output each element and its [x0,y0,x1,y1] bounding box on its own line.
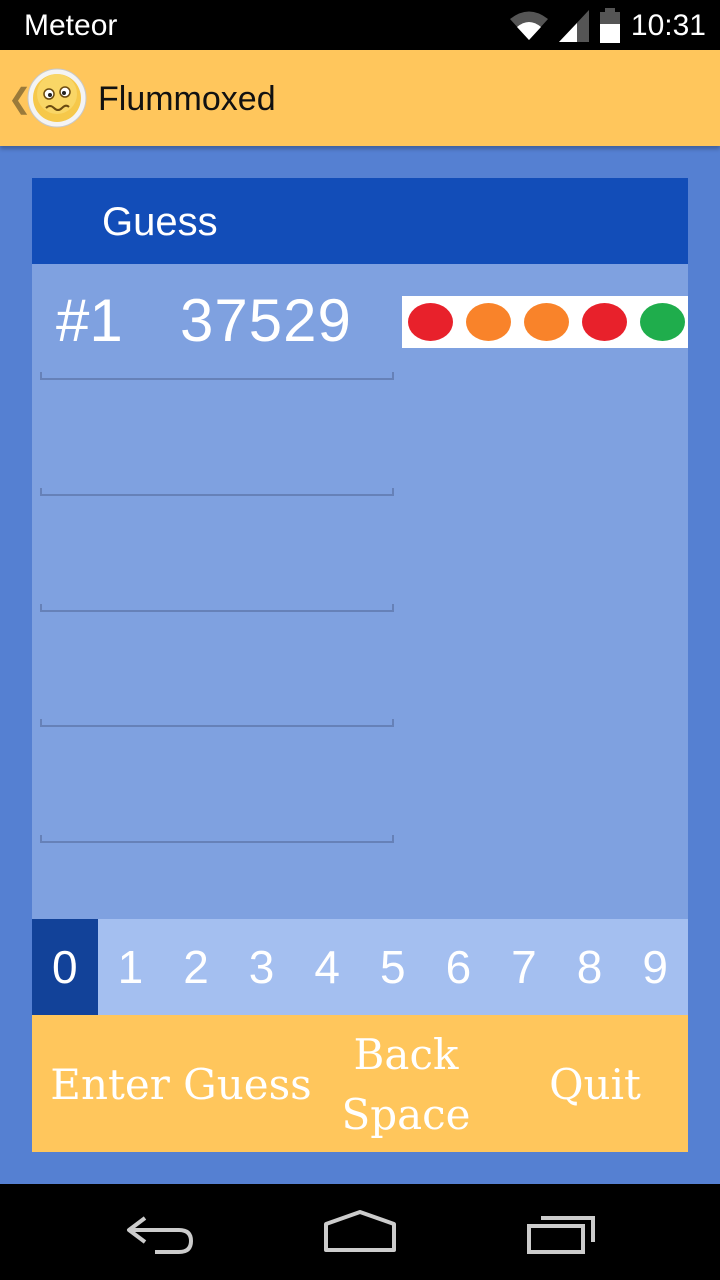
game-board: Guess #1 37529 0 1 2 3 4 5 6 7 8 9 Enter… [32,178,688,1152]
digit-selector: 0123456789 [32,919,688,1015]
enter-guess-button[interactable]: Enter Guess [46,1055,316,1115]
navigation-bar [0,1184,720,1280]
status-bar: Meteor 10:31 [0,0,720,50]
status-icons: 10:31 [509,6,706,46]
back-icon[interactable] [125,1208,195,1261]
digit-button-3[interactable]: 3 [229,919,295,1015]
guess-underline [40,835,394,843]
wifi-icon [509,10,549,42]
guess-number: #1 [56,287,123,354]
feedback-pegs [402,296,688,348]
guess-underline [40,719,394,727]
guess-row [40,727,394,843]
guess-row [40,496,394,612]
feedback-peg [640,303,685,341]
recents-icon[interactable] [525,1208,597,1261]
feedback-peg [582,303,627,341]
digit-button-4[interactable]: 4 [294,919,360,1015]
home-icon[interactable] [322,1208,398,1261]
digit-button-8[interactable]: 8 [557,919,623,1015]
back-space-button[interactable]: Back Space [332,1025,480,1145]
feedback-peg [408,303,453,341]
guess-row: #1 37529 [40,264,394,380]
guess-row [40,380,394,496]
digit-button-7[interactable]: 7 [491,919,557,1015]
guess-value: 37529 [180,287,352,354]
guess-underline [40,372,394,380]
quit-label: Quit [549,1060,641,1109]
guess-header-label: Guess [102,200,218,244]
digit-button-0[interactable]: 0 [32,919,98,1015]
battery-icon [599,8,621,44]
signal-icon [558,10,589,42]
carrier-name: Meteor [24,9,118,42]
feedback-peg [466,303,511,341]
digit-button-9[interactable]: 9 [622,919,688,1015]
app-title: Flummoxed [98,80,276,118]
main-area: Guess #1 37529 0 1 2 3 4 5 6 7 8 9 Enter… [0,146,720,1184]
action-buttons: Enter Guess Back Space Quit [32,1015,688,1152]
clock: 10:31 [630,9,706,42]
quit-button[interactable]: Quit [532,1055,658,1115]
digit-button-2[interactable]: 2 [163,919,229,1015]
confused-face-logo[interactable] [27,68,87,128]
back-space-label-line1: Back [353,1030,459,1079]
guess-header: Guess [32,178,688,264]
digit-button-1[interactable]: 1 [98,919,164,1015]
feedback-peg [524,303,569,341]
digit-button-5[interactable]: 5 [360,919,426,1015]
back-space-label-line2: Space [341,1090,471,1139]
guess-row [40,611,394,727]
guess-underline [40,488,394,496]
enter-guess-label: Enter Guess [50,1060,312,1109]
action-bar: ❮ Flummoxed [0,50,720,146]
guess-history: #1 37529 [32,264,688,919]
digit-button-6[interactable]: 6 [426,919,492,1015]
